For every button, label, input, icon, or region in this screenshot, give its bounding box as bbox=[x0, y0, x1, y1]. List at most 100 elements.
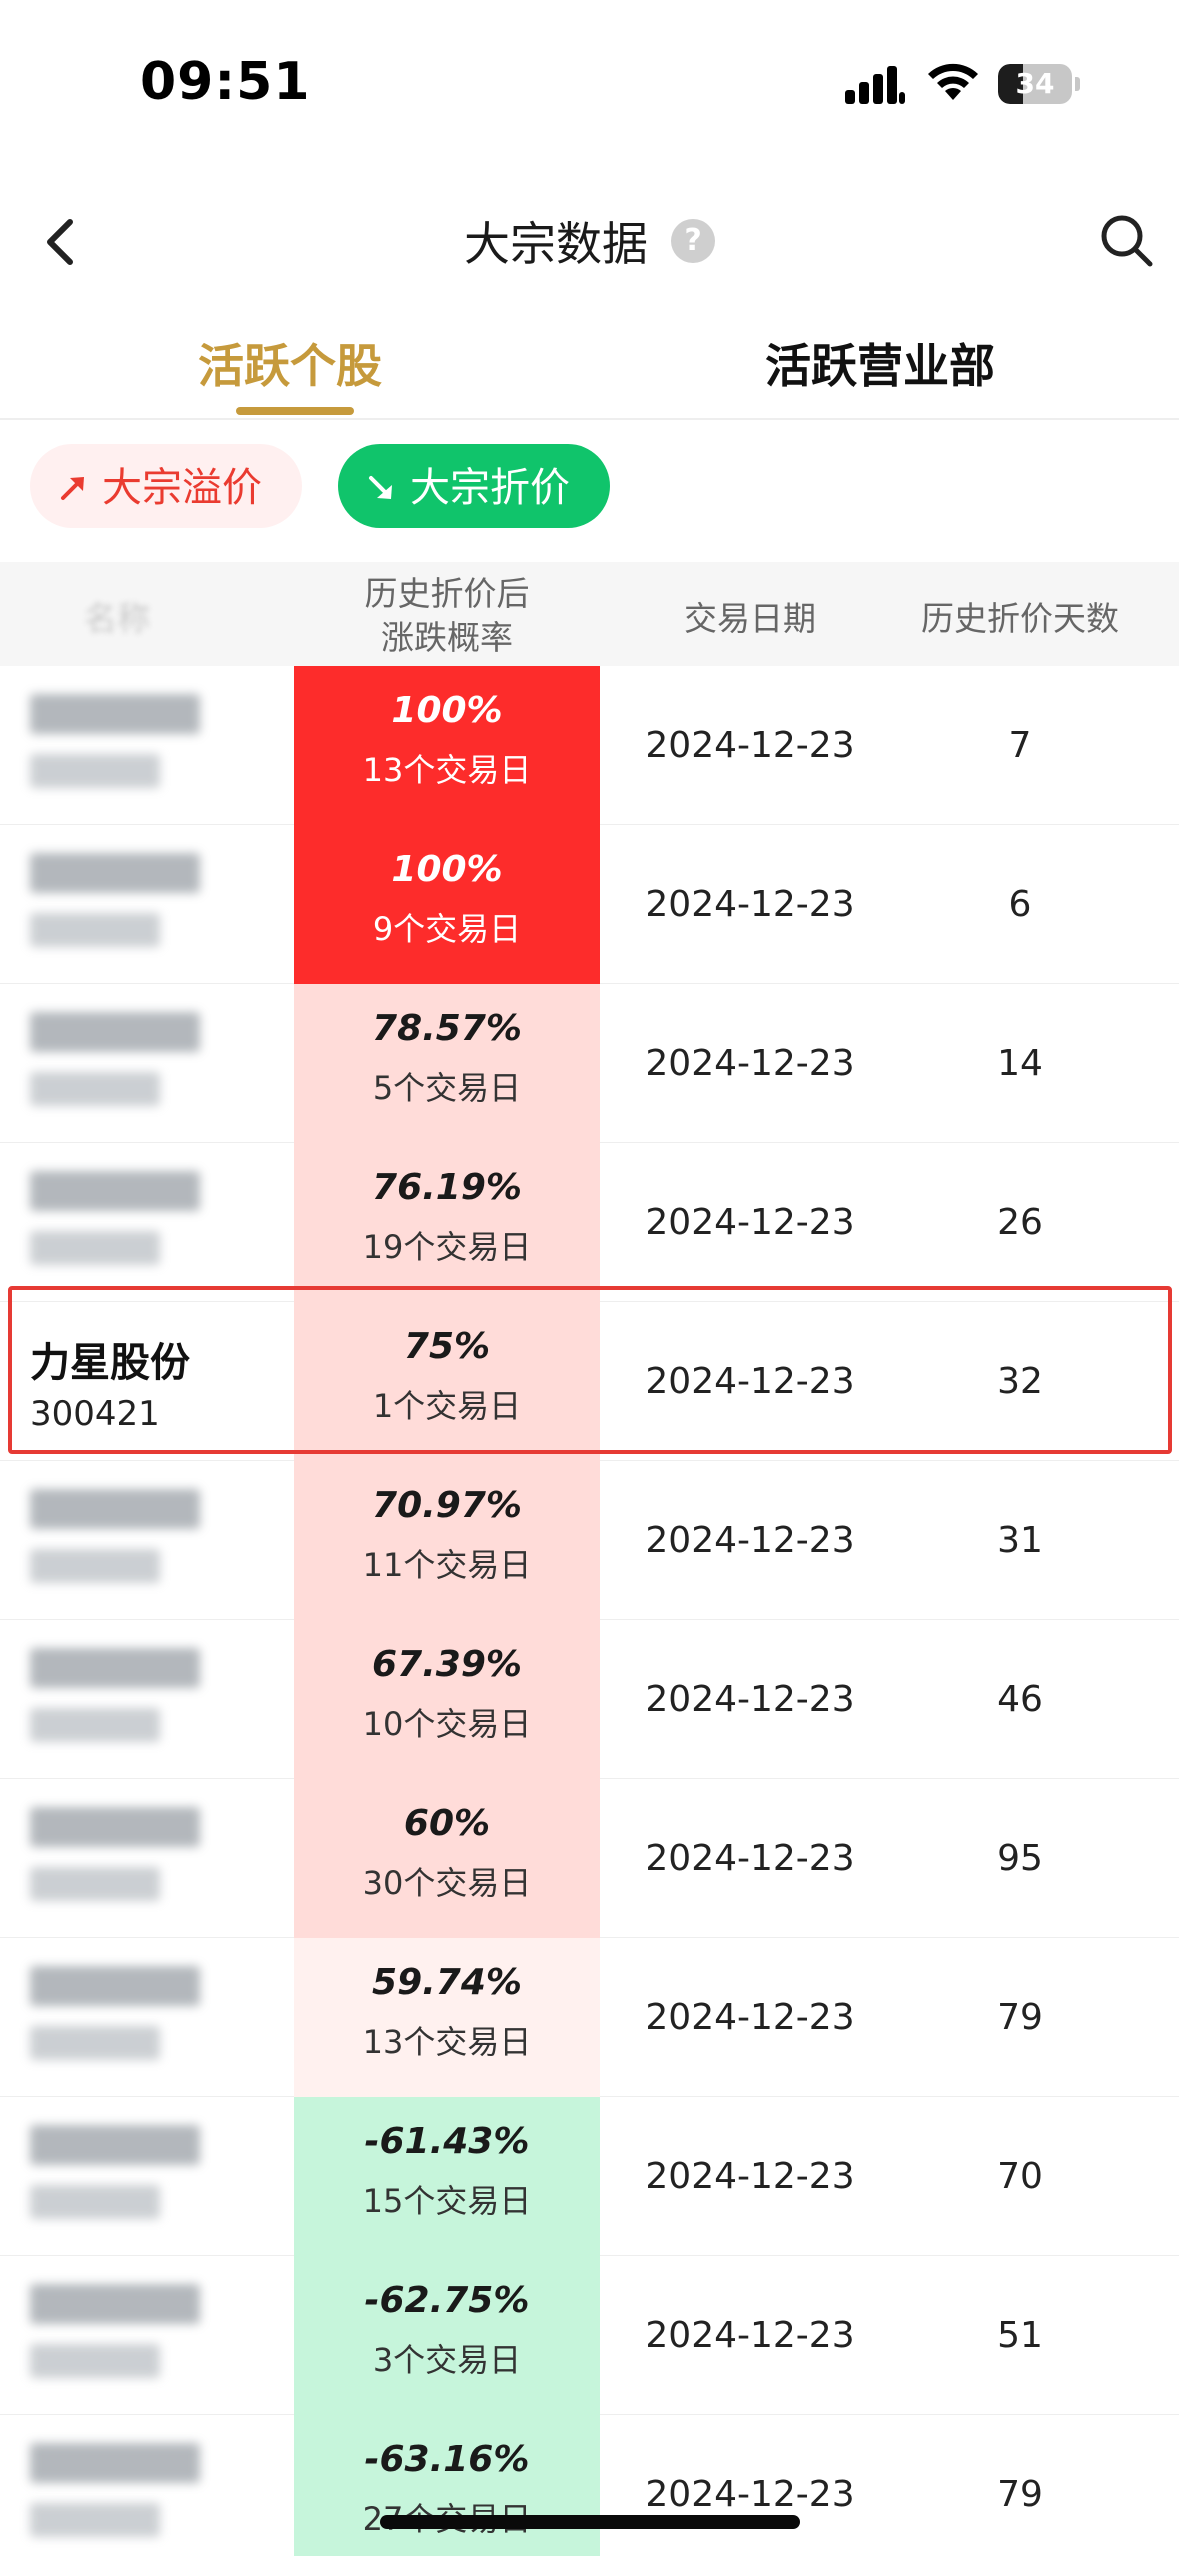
battery-level: 34 bbox=[1015, 67, 1055, 100]
trading-days-count: 9个交易日 bbox=[372, 910, 522, 948]
status-bar: 09:51 34 bbox=[0, 0, 1179, 150]
probability-percent: 78.57% bbox=[372, 1008, 522, 1049]
stock-name-cell bbox=[30, 666, 280, 825]
probability-percent: 70.97% bbox=[372, 1485, 522, 1526]
table-row[interactable]: 67.39% 10个交易日 2024-12-23 46 bbox=[0, 1620, 1179, 1779]
redacted-stock-code bbox=[30, 913, 160, 947]
stock-name-cell bbox=[30, 2097, 280, 2256]
discount-filter-chip[interactable]: 大宗折价 bbox=[338, 444, 610, 528]
column-header-history-days[interactable]: 历史折价天数 bbox=[900, 592, 1140, 640]
redacted-stock-name bbox=[30, 1807, 200, 1847]
discount-filter-label: 大宗折价 bbox=[410, 465, 570, 511]
stock-name-cell bbox=[30, 1143, 280, 1302]
trade-date: 2024-12-23 bbox=[645, 2474, 855, 2515]
stock-name-cell bbox=[30, 984, 280, 1143]
history-discount-days: 31 bbox=[997, 1520, 1043, 1561]
table-body: 100% 13个交易日 2024-12-23 7 100% 9个交易日 2024-12-23… bbox=[0, 666, 1179, 2556]
probability-cell: 78.57% 5个交易日 bbox=[294, 984, 600, 1143]
trade-date: 2024-12-23 bbox=[645, 1361, 855, 1402]
redacted-stock-code bbox=[30, 2503, 160, 2537]
redacted-stock-name bbox=[30, 1489, 200, 1529]
probability-percent: 76.19% bbox=[372, 1167, 522, 1208]
table-row[interactable]: 60% 30个交易日 2024-12-23 95 bbox=[0, 1779, 1179, 1938]
page-title: 大宗数据 bbox=[463, 217, 648, 271]
stock-name-cell: 力星股份 300421 bbox=[30, 1302, 280, 1461]
trade-date: 2024-12-23 bbox=[645, 2315, 855, 2356]
probability-cell: 59.74% 13个交易日 bbox=[294, 1938, 600, 2097]
redacted-stock-name bbox=[30, 853, 200, 893]
history-discount-days: 6 bbox=[1008, 884, 1032, 925]
trading-days-count: 15个交易日 bbox=[362, 2182, 532, 2220]
tab-active-stocks[interactable]: 活跃个股 bbox=[198, 330, 382, 396]
trading-days-count: 13个交易日 bbox=[362, 2023, 532, 2061]
history-discount-days: 79 bbox=[997, 1997, 1043, 2038]
probability-percent: 67.39% bbox=[372, 1644, 522, 1685]
probability-percent: 100% bbox=[391, 690, 503, 731]
tab-indicator bbox=[236, 407, 354, 415]
premium-filter-chip[interactable]: 大宗溢价 bbox=[30, 444, 302, 528]
redacted-stock-name bbox=[30, 2284, 200, 2324]
redacted-stock-code bbox=[30, 1549, 160, 1583]
nav-bar: 大宗数据 ? bbox=[0, 190, 1179, 300]
history-discount-days: 7 bbox=[1008, 725, 1032, 766]
table-row[interactable]: -63.16%27个交易日 2024-12-23 79 bbox=[0, 2415, 1179, 2556]
probability-cell: -63.16%27个交易日 bbox=[294, 2415, 600, 2556]
table-row[interactable]: 100% 13个交易日 2024-12-23 7 bbox=[0, 666, 1179, 825]
help-icon[interactable]: ? bbox=[671, 219, 716, 263]
probability-percent: 60% bbox=[403, 1803, 491, 1844]
cellular-signal-icon bbox=[845, 66, 905, 104]
table-row[interactable]: 100% 9个交易日 2024-12-23 6 bbox=[0, 825, 1179, 984]
trading-days-count: 5个交易日 bbox=[372, 1069, 522, 1107]
redacted-stock-code bbox=[30, 2344, 160, 2378]
table-header: 名称 历史折价后 涨跌概率 交易日期 历史折价天数 bbox=[0, 562, 1179, 666]
trade-date: 2024-12-23 bbox=[645, 1838, 855, 1879]
redacted-stock-name bbox=[30, 2125, 200, 2165]
table-row[interactable]: -62.75% 3个交易日 2024-12-23 51 bbox=[0, 2256, 1179, 2415]
search-icon[interactable] bbox=[1098, 212, 1154, 268]
table-row[interactable]: -61.43% 15个交易日 2024-12-23 70 bbox=[0, 2097, 1179, 2256]
column-header-date[interactable]: 交易日期 bbox=[600, 592, 900, 640]
home-indicator bbox=[380, 2515, 800, 2529]
trade-date: 2024-12-23 bbox=[645, 725, 855, 766]
probability-percent: -62.75% bbox=[364, 2280, 530, 2321]
table-row[interactable]: 70.97% 11个交易日 2024-12-23 31 bbox=[0, 1461, 1179, 1620]
history-discount-days: 46 bbox=[997, 1679, 1043, 1720]
trade-date: 2024-12-23 bbox=[645, 884, 855, 925]
redacted-stock-code bbox=[30, 1867, 160, 1901]
redacted-stock-code bbox=[30, 1231, 160, 1265]
wifi-icon bbox=[928, 63, 978, 100]
column-header-name[interactable]: 名称 bbox=[30, 592, 270, 640]
table-row[interactable]: 78.57% 5个交易日 2024-12-23 14 bbox=[0, 984, 1179, 1143]
probability-cell: 100% 9个交易日 bbox=[294, 825, 600, 984]
trade-date: 2024-12-23 bbox=[645, 1520, 855, 1561]
redacted-stock-name bbox=[30, 1171, 200, 1211]
trade-date: 2024-12-23 bbox=[645, 2156, 855, 2197]
history-discount-days: 26 bbox=[997, 1202, 1043, 1243]
probability-cell: 75% 1个交易日 bbox=[294, 1302, 600, 1461]
history-discount-days: 70 bbox=[997, 2156, 1043, 2197]
redacted-stock-name bbox=[30, 1648, 200, 1688]
tab-active-brokerages[interactable]: 活跃营业部 bbox=[765, 330, 995, 396]
table-row[interactable]: 59.74% 13个交易日 2024-12-23 79 bbox=[0, 1938, 1179, 2097]
probability-cell: 100% 13个交易日 bbox=[294, 666, 600, 825]
stock-name-cell bbox=[30, 825, 280, 984]
table-row[interactable]: 76.19% 19个交易日 2024-12-23 26 bbox=[0, 1143, 1179, 1302]
stock-code: 300421 bbox=[30, 1394, 160, 1434]
redacted-stock-name bbox=[30, 1012, 200, 1052]
column-header-probability[interactable]: 历史折价后 涨跌概率 bbox=[294, 572, 600, 660]
table-row[interactable]: 力星股份 300421 75% 1个交易日 2024-12-23 32 bbox=[0, 1302, 1179, 1461]
battery-icon: 34 bbox=[998, 64, 1080, 104]
column-header-probability-line2: 涨跌概率 bbox=[381, 618, 513, 657]
stock-name-cell bbox=[30, 2415, 280, 2556]
history-discount-days: 32 bbox=[997, 1361, 1043, 1402]
redacted-stock-code bbox=[30, 2026, 160, 2060]
redacted-stock-name bbox=[30, 2443, 200, 2483]
stock-name-cell bbox=[30, 1779, 280, 1938]
stock-name: 力星股份 bbox=[30, 1340, 190, 1386]
trading-days-count: 11个交易日 bbox=[362, 1546, 532, 1584]
trade-date: 2024-12-23 bbox=[645, 1202, 855, 1243]
status-time: 09:51 bbox=[140, 52, 311, 112]
redacted-stock-name bbox=[30, 1966, 200, 2006]
nav-title-group: 大宗数据 ? bbox=[0, 208, 1179, 278]
trading-days-count: 30个交易日 bbox=[362, 1864, 532, 1902]
